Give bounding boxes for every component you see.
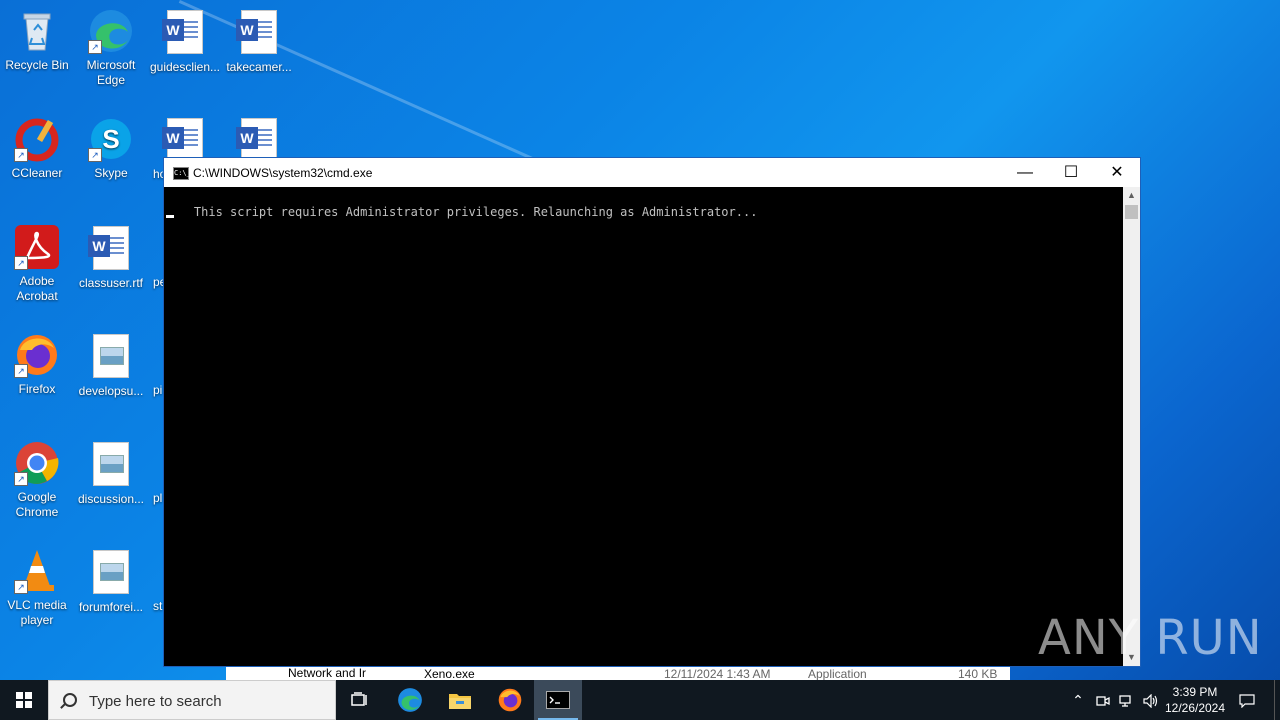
vlc-cone-icon: ↗ [14,548,60,594]
shortcut-arrow-icon: ↗ [14,472,28,486]
desktop-icon-label: developsu... [78,384,144,398]
file-date: 12/11/2024 1:43 AM [664,667,771,680]
minimize-button[interactable]: — [1002,158,1048,187]
desktop-icon-discussion[interactable]: discussion... [74,440,148,507]
desktop-icon-vlc[interactable]: ↗ VLC media player [0,548,74,628]
firefox-icon: ↗ [14,332,60,378]
scroll-thumb[interactable] [1125,205,1138,219]
image-file-icon [88,550,134,596]
desktop-icon-adobe-acrobat[interactable]: ↗ Adobe Acrobat [0,224,74,304]
anyrun-watermark: ANY RUN [1038,610,1263,666]
desktop-icon-label: Skype [94,166,128,180]
taskbar-clock[interactable]: 3:39 PM 12/26/2024 [1160,684,1230,716]
network-icon[interactable] [1116,680,1138,720]
edge-icon: ↗ [88,8,134,54]
nav-item-network[interactable]: Network and Ir [288,666,366,680]
desktop-icon-developsu[interactable]: developsu... [74,332,148,399]
shortcut-arrow-icon: ↗ [14,256,28,270]
taskbar-firefox[interactable] [486,680,534,720]
desktop-icon-recycle-bin[interactable]: Recycle Bin [0,8,74,73]
desktop-icon-label: CCleaner [11,166,63,180]
scroll-up-arrow-icon[interactable]: ▲ [1123,187,1140,204]
shortcut-arrow-icon: ↗ [14,148,28,162]
word-document-icon: W [88,226,134,272]
recycle-bin-icon [14,8,60,54]
windows-logo-icon [16,692,32,708]
ccleaner-icon: ↗ [14,116,60,162]
taskbar-search-box[interactable]: Type here to search [48,680,336,720]
desktop-icon-label: forumforei... [78,600,144,614]
edge-icon [398,687,422,712]
desktop-icon-label: Adobe Acrobat [16,274,58,303]
desktop-icon-label: VLC media player [7,598,67,627]
console-scrollbar[interactable]: ▲ ▼ [1123,187,1140,666]
desktop-icon-classuser-rtf[interactable]: W classuser.rtf [74,224,148,291]
svg-text:S: S [102,124,119,154]
close-button[interactable]: ✕ [1094,158,1140,187]
taskbar: Type here to search ⌃ 3:39 PM 12/26/2024 [0,680,1280,720]
desktop-icon-google-chrome[interactable]: ↗ Google Chrome [0,440,74,520]
partial-icon-label: st [153,599,163,613]
cmd-icon [546,690,570,709]
show-desktop-button[interactable] [1274,680,1275,720]
desktop-icon-label: Firefox [18,382,56,396]
cmd-window-title: C:\WINDOWS\system32\cmd.exe [193,166,373,180]
desktop-icon-skype[interactable]: S ↗ Skype [74,116,148,181]
desktop-icon-guidesclien[interactable]: W guidesclien... [148,8,222,75]
show-hidden-icons-chevron-icon[interactable]: ⌃ [1068,680,1088,720]
desktop-icon-label: takecamer... [226,60,292,74]
firefox-icon [498,688,522,712]
taskbar-cmd[interactable] [534,680,582,720]
shortcut-arrow-icon: ↗ [88,40,102,54]
file-type: Application [808,667,867,680]
action-center-icon[interactable] [1234,680,1260,720]
desktop-icon-label: Recycle Bin [5,58,69,72]
task-view-icon [351,692,367,706]
chrome-icon: ↗ [14,440,60,486]
partial-icon-label: pi [153,383,163,397]
desktop-icon-label: classuser.rtf [78,276,144,290]
clock-time: 3:39 PM [1172,685,1218,699]
desktop-icon-firefox[interactable]: ↗ Firefox [0,332,74,397]
console-cursor [166,215,174,218]
image-file-icon [88,442,134,488]
desktop-icon-takecamer[interactable]: W takecamer... [222,8,296,75]
desktop-icon-label: Google Chrome [15,490,59,519]
folder-icon [449,693,471,709]
maximize-button[interactable]: ☐ [1048,158,1094,187]
word-document-icon: W [236,10,282,56]
desktop-icon-label: discussion... [77,492,145,506]
cmd-app-icon[interactable]: C:\_ [173,167,191,180]
shortcut-arrow-icon: ↗ [14,364,28,378]
cmd-titlebar[interactable]: C:\_ C:\WINDOWS\system32\cmd.exe — ☐ ✕ [164,158,1140,187]
desktop-icon-ccleaner[interactable]: ↗ CCleaner [0,116,74,181]
taskbar-file-explorer[interactable] [436,680,484,720]
console-text: This script requires Administrator privi… [193,205,758,219]
desktop-icon-microsoft-edge[interactable]: ↗ Microsoft Edge [74,8,148,88]
start-button[interactable] [0,680,48,720]
shortcut-arrow-icon: ↗ [14,580,28,594]
partial-icon-label: pl [153,491,163,505]
shortcut-arrow-icon: ↗ [88,148,102,162]
skype-icon: S ↗ [88,116,134,162]
meet-now-icon[interactable] [1092,680,1114,720]
search-icon [63,693,77,707]
clock-date: 12/26/2024 [1164,701,1226,715]
cmd-window[interactable]: C:\_ C:\WINDOWS\system32\cmd.exe — ☐ ✕ T… [163,157,1141,667]
image-file-icon [88,334,134,380]
desktop-icon-label: guidesclien... [149,60,221,74]
adobe-acrobat-icon: ↗ [14,224,60,270]
task-view-button[interactable] [336,680,384,720]
taskbar-edge[interactable] [386,680,434,720]
file-name: Xeno.exe [424,667,475,680]
desktop-icon-forumforei[interactable]: forumforei... [74,548,148,615]
search-placeholder: Type here to search [89,693,222,710]
desktop-icon-label: Microsoft Edge [86,58,136,87]
volume-icon[interactable] [1140,680,1162,720]
console-output[interactable]: This script requires Administrator privi… [164,187,1123,666]
explorer-nav-pane[interactable]: Network and Ir [226,666,370,680]
word-document-icon: W [162,10,208,56]
file-size: 140 KB [958,667,998,680]
background-explorer-window: Network and Ir Xeno.exe 12/11/2024 1:43 … [226,666,1010,680]
